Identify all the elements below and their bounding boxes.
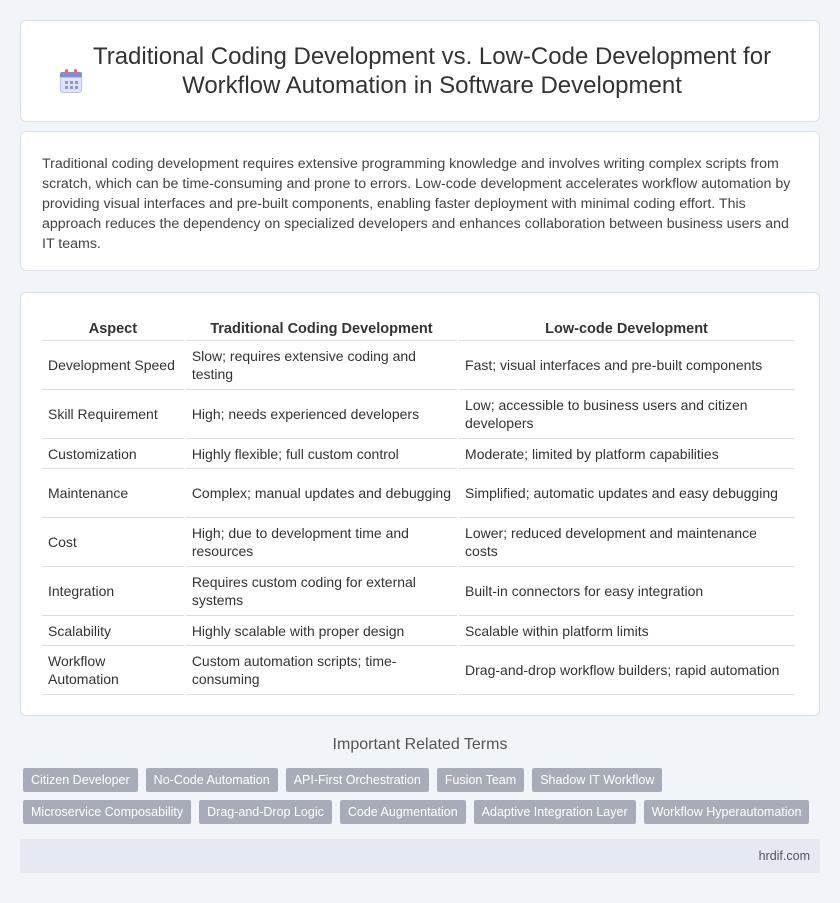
cell-aspect: Cost (42, 518, 184, 567)
cell-traditional: Requires custom coding for external syst… (185, 567, 458, 616)
tag-workflow-hyperautomation[interactable]: Workflow Hyperautomation (643, 800, 810, 824)
cell-aspect: Development Speed (42, 341, 184, 390)
calendar-icon (58, 68, 84, 94)
tag-no-code-automation[interactable]: No-Code Automation (145, 768, 278, 792)
related-terms-tags: Citizen Developer No-Code Automation API… (23, 768, 823, 824)
cell-low-code: Built-in connectors for easy integration (459, 567, 794, 616)
tag-microservice-composability[interactable]: Microservice Composability (23, 800, 192, 824)
footer: hrdif.com (20, 839, 820, 873)
related-terms-title: Important Related Terms (332, 736, 508, 753)
header-traditional: Traditional Coding Development (185, 313, 458, 341)
table-header-row: Aspect Traditional Coding Development Lo… (42, 313, 794, 341)
cell-low-code: Lower; reduced development and maintenan… (459, 518, 794, 567)
tag-drag-and-drop-logic[interactable]: Drag-and-Drop Logic (199, 800, 332, 824)
cell-low-code: Simplified; automatic updates and easy d… (459, 469, 794, 518)
cell-traditional: Complex; manual updates and debugging (185, 469, 458, 518)
tag-code-augmentation[interactable]: Code Augmentation (339, 800, 466, 824)
intro-card: Traditional coding development requires … (20, 131, 820, 271)
table-row: Customization Highly flexible; full cust… (42, 439, 794, 469)
cell-traditional: Highly flexible; full custom control (185, 439, 458, 469)
cell-aspect: Workflow Automation (42, 646, 184, 695)
table-row: Scalability Highly scalable with proper … (42, 616, 794, 646)
cell-traditional: High; needs experienced developers (185, 390, 458, 439)
comparison-table-card: Aspect Traditional Coding Development Lo… (20, 292, 820, 716)
page-title: Traditional Coding Development vs. Low-C… (92, 43, 772, 99)
footer-site[interactable]: hrdif.com (759, 849, 810, 863)
cell-traditional: Highly scalable with proper design (185, 616, 458, 646)
cell-aspect: Skill Requirement (42, 390, 184, 439)
cell-traditional: High; due to development time and resour… (185, 518, 458, 567)
table-row: Cost High; due to development time and r… (42, 518, 794, 567)
cell-aspect: Customization (42, 439, 184, 469)
cell-aspect: Integration (42, 567, 184, 616)
cell-low-code: Scalable within platform limits (459, 616, 794, 646)
header-low-code: Low-code Development (459, 313, 794, 341)
cell-low-code: Moderate; limited by platform capabiliti… (459, 439, 794, 469)
table-row: Development Speed Slow; requires extensi… (42, 341, 794, 390)
tag-fusion-team[interactable]: Fusion Team (436, 768, 525, 792)
table-row: Maintenance Complex; manual updates and … (42, 469, 794, 518)
cell-low-code: Drag-and-drop workflow builders; rapid a… (459, 646, 794, 695)
tag-citizen-developer[interactable]: Citizen Developer (23, 768, 138, 792)
tag-api-first-orchestration[interactable]: API-First Orchestration (285, 768, 429, 792)
table-row: Workflow Automation Custom automation sc… (42, 646, 794, 695)
tag-shadow-it-workflow[interactable]: Shadow IT Workflow (532, 768, 663, 792)
header-aspect: Aspect (42, 313, 184, 341)
cell-low-code: Low; accessible to business users and ci… (459, 390, 794, 439)
cell-aspect: Maintenance (42, 469, 184, 518)
comparison-table: Aspect Traditional Coding Development Lo… (40, 313, 796, 695)
cell-aspect: Scalability (42, 616, 184, 646)
intro-paragraph: Traditional coding development requires … (42, 156, 791, 252)
cell-low-code: Fast; visual interfaces and pre-built co… (459, 341, 794, 390)
tag-adaptive-integration-layer[interactable]: Adaptive Integration Layer (473, 800, 636, 824)
table-row: Skill Requirement High; needs experience… (42, 390, 794, 439)
cell-traditional: Slow; requires extensive coding and test… (185, 341, 458, 390)
table-row: Integration Requires custom coding for e… (42, 567, 794, 616)
cell-traditional: Custom automation scripts; time-consumin… (185, 646, 458, 695)
title-card: Traditional Coding Development vs. Low-C… (20, 20, 820, 122)
